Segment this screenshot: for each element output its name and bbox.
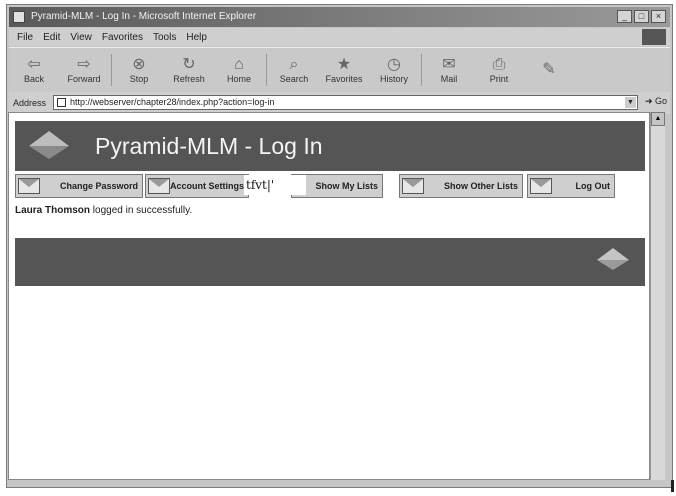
stop-button[interactable]: ⊗ Stop <box>114 48 164 92</box>
refresh-button[interactable]: ↻ Refresh <box>164 48 214 92</box>
page-icon <box>57 98 66 107</box>
envelope-icon <box>402 178 424 194</box>
close-button[interactable]: × <box>651 10 666 23</box>
account-settings-button[interactable]: Account Settings <box>145 174 249 198</box>
history-icon: ◷ <box>387 56 401 73</box>
nav-label: Change Password <box>59 181 138 191</box>
address-label: Address <box>13 98 47 108</box>
scroll-up-icon[interactable]: ▲ <box>651 112 665 126</box>
status-text: logged in successfully. <box>90 205 193 216</box>
edit-button[interactable]: ✎ <box>524 48 574 92</box>
change-password-button[interactable]: Change Password <box>15 174 143 198</box>
go-label: Go <box>654 96 667 106</box>
envelope-icon <box>18 178 40 194</box>
toolbar-separator <box>266 54 267 86</box>
footer-banner <box>15 238 645 286</box>
toolbar-label: Forward <box>67 74 101 84</box>
page-title: Pyramid-MLM - Log In <box>95 133 323 159</box>
toolbar-label: Stop <box>129 74 149 84</box>
maximize-button[interactable]: □ <box>634 10 649 23</box>
print-icon: ⎙ <box>492 56 506 73</box>
address-bar: Address http://webserver/chapter28/index… <box>9 92 670 114</box>
menu-edit[interactable]: Edit <box>43 32 60 43</box>
mail-icon: ✉ <box>442 56 456 73</box>
log-out-button[interactable]: Log Out <box>527 174 615 198</box>
mail-button[interactable]: ✉ Mail <box>424 48 474 92</box>
menu-view[interactable]: View <box>70 32 92 43</box>
menu-file[interactable]: File <box>17 32 33 43</box>
pyramid-logo-icon <box>29 131 69 146</box>
search-button[interactable]: ⌕ Search <box>269 48 319 92</box>
window-controls: _ □ × <box>617 10 666 23</box>
go-button[interactable]: ➜ Go <box>645 96 667 107</box>
toolbar: ⇦ Back ⇨ Forward ⊗ Stop ↻ Refresh ⌂ Home ⌕ Search ★ F… <box>9 47 670 93</box>
toolbar-separator <box>111 54 112 86</box>
nav-label: Show My Lists <box>315 181 378 191</box>
toolbar-label: Back <box>23 74 44 84</box>
toolbar-label: Refresh <box>173 74 205 84</box>
forward-arrow-icon: ⇨ <box>77 56 91 73</box>
nav-label: Account Settings <box>169 181 244 191</box>
toolbar-label: Search <box>279 74 309 84</box>
print-button[interactable]: ⎙ Print <box>474 48 524 92</box>
login-status-message: Laura Thomson logged in successfully. <box>15 205 192 216</box>
back-button[interactable]: ⇦ Back <box>9 48 59 92</box>
envelope-icon <box>530 178 552 194</box>
menu-favorites[interactable]: Favorites <box>102 32 143 43</box>
edit-icon: ✎ <box>542 61 556 78</box>
refresh-icon: ↻ <box>182 56 196 73</box>
favorites-button[interactable]: ★ Favorites <box>319 48 369 92</box>
toolbar-label: Mail <box>440 74 458 84</box>
toolbar-label: Print <box>489 74 509 84</box>
ie-icon <box>13 11 25 23</box>
page-content: Pyramid-MLM - Log In Change Password Acc… <box>8 112 650 480</box>
toolbar-label: Favorites <box>325 74 363 84</box>
minimize-button[interactable]: _ <box>617 10 632 23</box>
search-icon: ⌕ <box>289 56 299 73</box>
address-url: http://webserver/chapter28/index.php?act… <box>70 97 275 107</box>
menu-bar: File Edit View Favorites Tools Help <box>9 28 670 46</box>
scan-artifact-text: tfvt|' <box>244 175 306 195</box>
page-edge-mark <box>671 480 674 492</box>
window-title: Pyramid-MLM - Log In - Microsoft Interne… <box>31 11 257 22</box>
header-banner: Pyramid-MLM - Log In <box>15 121 645 171</box>
menu-help[interactable]: Help <box>186 32 207 43</box>
title-bar: Pyramid-MLM - Log In - Microsoft Interne… <box>9 7 670 27</box>
toolbar-label: History <box>379 74 408 84</box>
footer-pyramid-shade <box>597 260 629 270</box>
show-other-lists-button[interactable]: Show Other Lists <box>399 174 523 198</box>
windows-logo-icon <box>642 29 666 45</box>
history-button[interactable]: ◷ History <box>369 48 419 92</box>
back-arrow-icon: ⇦ <box>27 56 41 73</box>
nav-label: Show Other Lists <box>443 181 518 191</box>
stop-icon: ⊗ <box>132 56 146 73</box>
nav-bar: Change Password Account Settings Show My… <box>15 174 645 198</box>
nav-label: Log Out <box>575 181 611 191</box>
toolbar-label: Home <box>226 74 251 84</box>
favorites-icon: ★ <box>336 56 352 73</box>
forward-button[interactable]: ⇨ Forward <box>59 48 109 92</box>
vertical-scrollbar[interactable]: ▲ <box>650 112 665 480</box>
user-name: Laura Thomson <box>15 205 91 216</box>
address-dropdown-icon[interactable]: ▼ <box>625 97 636 108</box>
menu-tools[interactable]: Tools <box>153 32 176 43</box>
toolbar-separator <box>421 54 422 86</box>
home-icon: ⌂ <box>234 56 244 73</box>
envelope-icon <box>148 178 170 194</box>
pyramid-logo-shade <box>29 146 69 159</box>
address-input[interactable]: http://webserver/chapter28/index.php?act… <box>53 95 638 110</box>
footer-pyramid-icon <box>597 248 629 260</box>
home-button[interactable]: ⌂ Home <box>214 48 264 92</box>
